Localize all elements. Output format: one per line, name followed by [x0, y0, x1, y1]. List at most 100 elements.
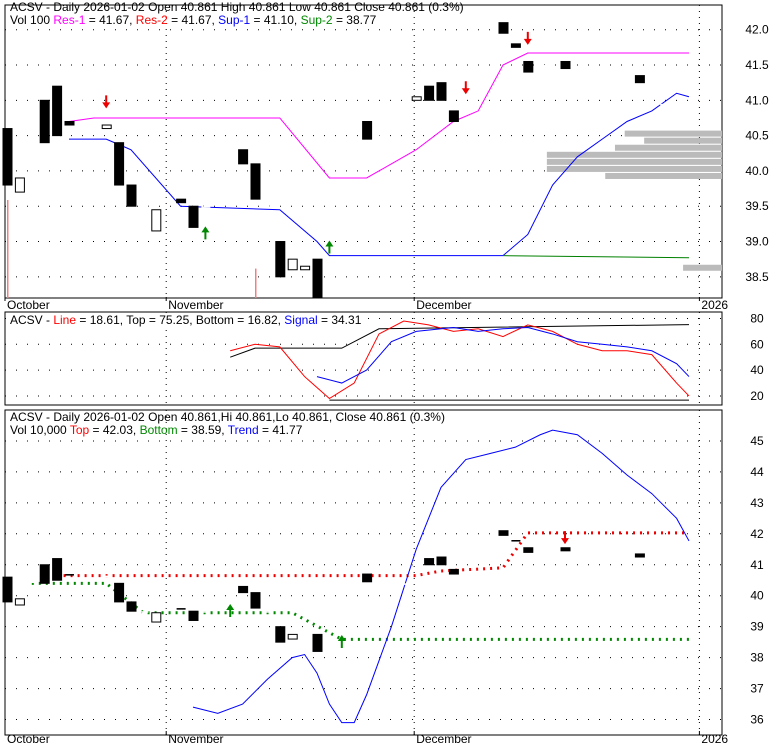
y-tick-label: 42.0 [745, 23, 769, 37]
p1-candle [64, 120, 75, 126]
p3-candle [52, 558, 63, 581]
p3-candle [634, 553, 645, 558]
p3-candle [312, 633, 323, 652]
volume-bar [7, 200, 9, 298]
p3-candle [188, 610, 199, 621]
p1-candle [2, 128, 13, 186]
p1-candle [598, 57, 608, 60]
panel3-legend: Vol 10,000 Top = 42.03, Bottom = 38.59, … [10, 423, 302, 437]
p3-candle [139, 611, 149, 613]
y-tick-label: 43 [750, 496, 764, 510]
x-tick-label: November [168, 732, 223, 745]
p1-candle [486, 15, 496, 18]
p3-candle [89, 566, 99, 568]
p1-candle [610, 61, 620, 63]
y-tick-label: 38.5 [745, 270, 769, 284]
buy-arrow-icon [325, 240, 334, 254]
sup2-line [502, 255, 690, 259]
p1-candle [474, 43, 484, 46]
volume-profile-bar [624, 130, 722, 137]
top-dotted-line [56, 531, 689, 578]
x-tick-label: October [7, 732, 50, 745]
p3-candle [610, 547, 620, 550]
p3-candle [623, 549, 632, 551]
sell-arrow-icon [523, 31, 532, 45]
signal-series [316, 326, 690, 384]
x-tick-label: October [7, 298, 50, 312]
p1-candle [14, 177, 25, 193]
p1-candle [176, 198, 187, 204]
p3-candle [250, 592, 261, 609]
y-tick-label: 40 [750, 589, 764, 603]
p1-candle [660, 103, 670, 106]
res2-label: Res-2 [135, 13, 168, 27]
p3-candle [213, 601, 223, 604]
p1-candle [523, 60, 534, 73]
y-tick-label: 39 [750, 620, 764, 634]
p3-candle [201, 611, 211, 613]
p1-candle [461, 79, 471, 81]
p3-candle [672, 569, 682, 571]
y-tick-label: 41.0 [745, 93, 769, 107]
vol-label: Vol 100 [10, 13, 51, 27]
p1-candle [275, 241, 286, 278]
sell-arrow-icon [461, 81, 470, 95]
p3-candle [448, 568, 459, 575]
p3-candle [412, 563, 422, 565]
p1-candle [226, 156, 236, 159]
volume-profile-bar [683, 264, 722, 271]
p1-candle [350, 149, 360, 152]
line-series [230, 320, 690, 400]
p3-candle [585, 546, 595, 548]
volume-profile-bar [614, 144, 722, 151]
line-values: = 18.61, Top = 75.25, Bottom = 16.82, [76, 313, 285, 327]
p1-candle [623, 65, 632, 67]
p3-candle [275, 626, 286, 643]
res1-value: = 41.67, [85, 13, 136, 27]
buy-arrow-icon [226, 604, 235, 617]
res1-label: Res-1 [53, 13, 86, 27]
p3-candle [226, 589, 236, 592]
p3-candle [375, 580, 384, 582]
p1-candle [337, 209, 347, 212]
sup2-value: = 38.77 [332, 13, 377, 27]
p1-candle [263, 206, 273, 208]
sell-arrow-icon [561, 531, 569, 545]
volume-bar [255, 268, 257, 298]
p1-candle [287, 258, 298, 271]
p3-candle [486, 527, 496, 530]
buy-arrow-icon [201, 226, 210, 240]
p3-candle [498, 530, 509, 536]
y-tick-label: 42 [750, 527, 764, 541]
signal-label: Signal [284, 313, 318, 327]
x-tick-label: 2026 [701, 298, 728, 312]
sell-arrow-icon [102, 95, 111, 109]
sup1-label: Sup-1 [218, 13, 251, 27]
p3-candle [2, 576, 13, 603]
p1-candle [164, 230, 174, 233]
p1-candle [114, 142, 125, 186]
top-line [230, 324, 690, 358]
p3-candle [77, 564, 87, 567]
p1-candle [560, 60, 571, 70]
sup2-label: Sup-2 [300, 13, 333, 27]
bottom-value: = 38.59, [177, 423, 228, 437]
trend-value: = 41.77 [258, 423, 303, 437]
x-tick-label: December [416, 298, 471, 312]
p1-candle [39, 99, 50, 144]
p1-candle [89, 103, 99, 106]
p1-candle [188, 205, 199, 228]
p3-candle [65, 574, 74, 576]
y-tick-label: 37 [750, 682, 764, 696]
top-label: Top [69, 423, 90, 437]
y-tick-label: 44 [750, 465, 764, 479]
x-tick-label: November [168, 298, 223, 312]
p3-candle [474, 540, 484, 542]
p1-candle [77, 100, 87, 102]
p3-candle [114, 582, 125, 603]
p3-candle [548, 547, 558, 550]
top-value: = 42.03, [89, 423, 140, 437]
p1-candle [312, 258, 323, 299]
volume-profile-bar [546, 165, 722, 172]
p1-candle [685, 110, 694, 112]
